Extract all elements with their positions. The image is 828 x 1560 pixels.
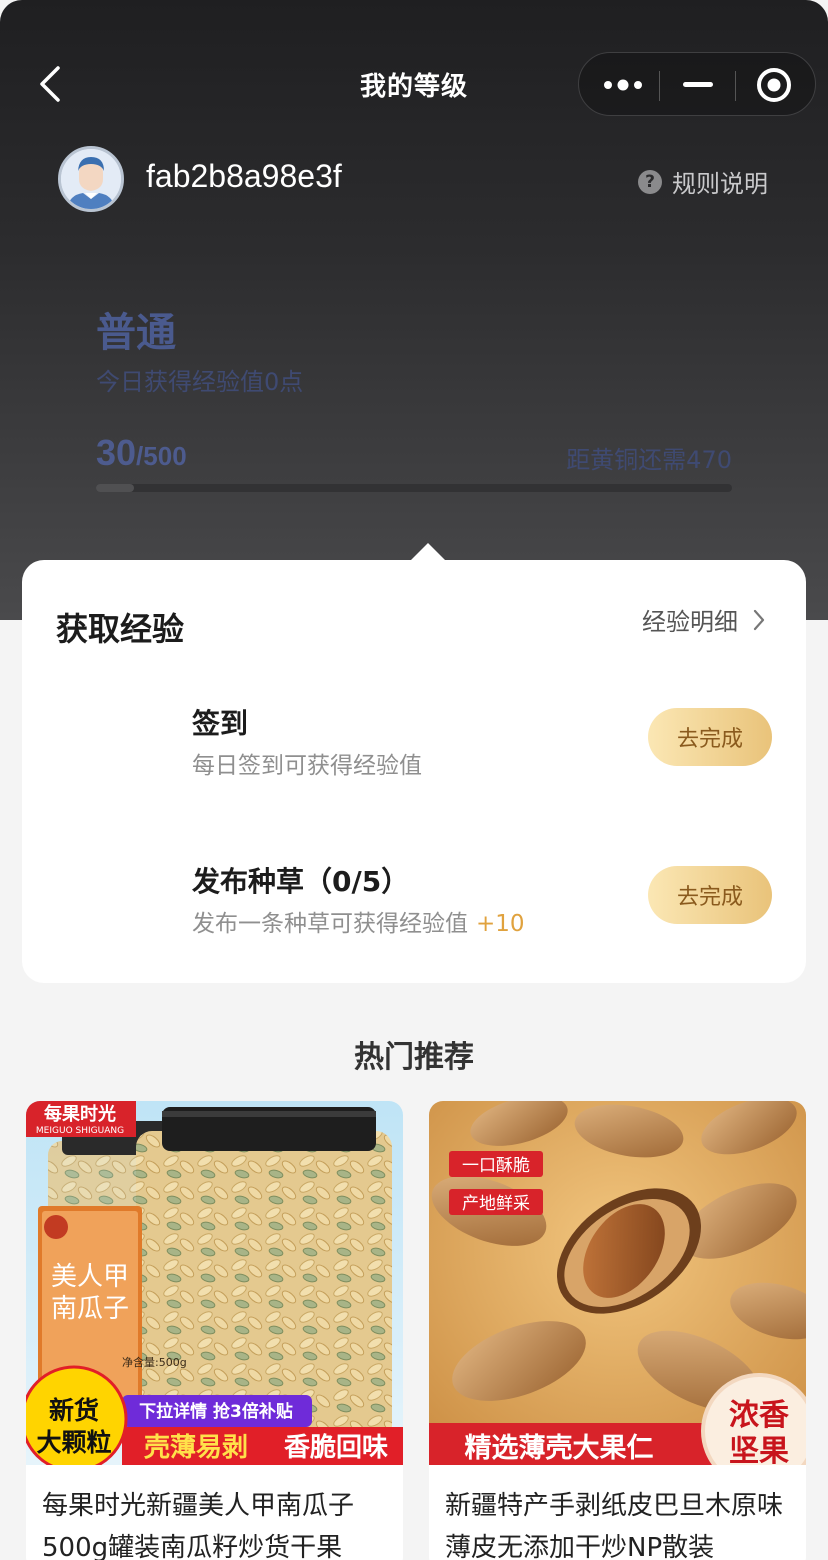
current-exp: 30	[96, 432, 137, 473]
level-name: 普通	[96, 310, 176, 356]
exp-progress-fill	[96, 484, 135, 492]
target-circle-icon	[757, 68, 791, 102]
badge-top: 新货	[49, 1396, 99, 1425]
product-title: 新疆特产手剥纸皮巴旦木原味薄皮无添加干炒NP散装	[445, 1491, 784, 1560]
today-exp-text: 今日获得经验值0点	[96, 368, 304, 396]
card-pointer	[410, 543, 446, 561]
stamp-bottom: 坚果	[729, 1434, 789, 1465]
task-desc: 每日签到可获得经验值	[192, 753, 422, 779]
earn-exp-card: 获取经验 经验明细 签到 每日签到可获得经验值 去完成 发布种草（0/5） 发布…	[22, 560, 806, 983]
exp-detail-link[interactable]: 经验明细	[642, 602, 766, 637]
promo-banner: 下拉详情 抢3倍补贴	[139, 1401, 293, 1422]
capsule-divider	[735, 71, 736, 101]
minus-icon	[683, 82, 713, 87]
tag-fresh: 产地鲜采	[462, 1194, 530, 1214]
task-complete-button[interactable]: 去完成	[648, 708, 772, 766]
question-icon: ?	[638, 169, 662, 194]
exp-progress-bar	[96, 484, 732, 492]
default-avatar-icon	[61, 149, 121, 209]
more-dots-icon	[604, 79, 642, 91]
product-weight: 净含量:500g	[122, 1355, 187, 1369]
product-label-line2: 南瓜子	[51, 1294, 129, 1324]
banner-right: 香脆回味	[284, 1432, 388, 1463]
next-level-text: 距黄铜还需470	[566, 446, 732, 474]
tag-crispy: 一口酥脆	[462, 1156, 530, 1176]
product-image: 一口酥脆 产地鲜采 精选薄壳大果仁 浓香 坚果	[429, 1101, 806, 1465]
pumpkin-seed-jar-illustration: 美人甲 南瓜子 净含量:500g 每果时光 MEIGUO SHIGUANG 下拉…	[26, 1101, 403, 1465]
product-image: 美人甲 南瓜子 净含量:500g 每果时光 MEIGUO SHIGUANG 下拉…	[26, 1101, 403, 1465]
exp-detail-label: 经验明细	[642, 608, 738, 636]
capsule-divider	[659, 71, 660, 101]
task-title: 发布种草（0/5）	[192, 865, 410, 898]
minimize-button[interactable]	[661, 53, 735, 117]
total-exp: /500	[136, 441, 187, 471]
task-complete-button[interactable]: 去完成	[648, 866, 772, 924]
product-card-almonds[interactable]: 一口酥脆 产地鲜采 精选薄壳大果仁 浓香 坚果 新疆特产手剥纸皮巴旦木原味薄皮无…	[429, 1101, 806, 1560]
product-card-pumpkin-seeds[interactable]: 美人甲 南瓜子 净含量:500g 每果时光 MEIGUO SHIGUANG 下拉…	[26, 1101, 403, 1560]
badge-bottom: 大颗粒	[36, 1428, 111, 1457]
page: 我的等级 fab2b8a98e3f ? 规则说明 普通 今日获得经验值0点 30…	[0, 0, 828, 1560]
product-title: 每果时光新疆美人甲南瓜子500g罐装南瓜籽炒货干果	[42, 1491, 355, 1560]
stamp-top: 浓香	[729, 1398, 789, 1433]
username: fab2b8a98e3f	[146, 158, 342, 194]
chevron-right-icon	[753, 609, 765, 630]
brand-name-en: MEIGUO SHIGUANG	[36, 1126, 124, 1136]
more-button[interactable]	[587, 53, 659, 117]
avatar[interactable]	[58, 146, 124, 212]
rules-link[interactable]: ? 规则说明	[638, 164, 768, 199]
almond-illustration: 一口酥脆 产地鲜采 精选薄壳大果仁 浓香 坚果	[429, 1101, 806, 1465]
brand-name: 每果时光	[44, 1103, 116, 1125]
task-item-post: 发布种草（0/5） 发布一条种草可获得经验值 +10 去完成	[22, 860, 806, 970]
exp-counter: 30/500	[96, 432, 187, 474]
task-item-checkin: 签到 每日签到可获得经验值 去完成	[22, 702, 806, 812]
user-row: fab2b8a98e3f ? 规则说明	[58, 146, 778, 212]
product-label-line1: 美人甲	[51, 1262, 129, 1292]
task-bonus: +10	[476, 911, 525, 937]
section-title: 热门推荐	[354, 1040, 474, 1075]
task-desc: 发布一条种草可获得经验值 +10	[192, 911, 525, 937]
level-header: 我的等级 fab2b8a98e3f ? 规则说明 普通 今日获得经验值0点 30…	[0, 0, 828, 620]
almond-banner: 精选薄壳大果仁	[465, 1433, 654, 1464]
task-title: 签到	[192, 707, 249, 740]
close-button[interactable]	[737, 53, 811, 117]
mini-program-capsule	[578, 52, 816, 116]
card-title: 获取经验	[56, 610, 185, 648]
banner-left: 壳薄易剥	[143, 1433, 248, 1463]
rules-label: 规则说明	[672, 170, 768, 198]
